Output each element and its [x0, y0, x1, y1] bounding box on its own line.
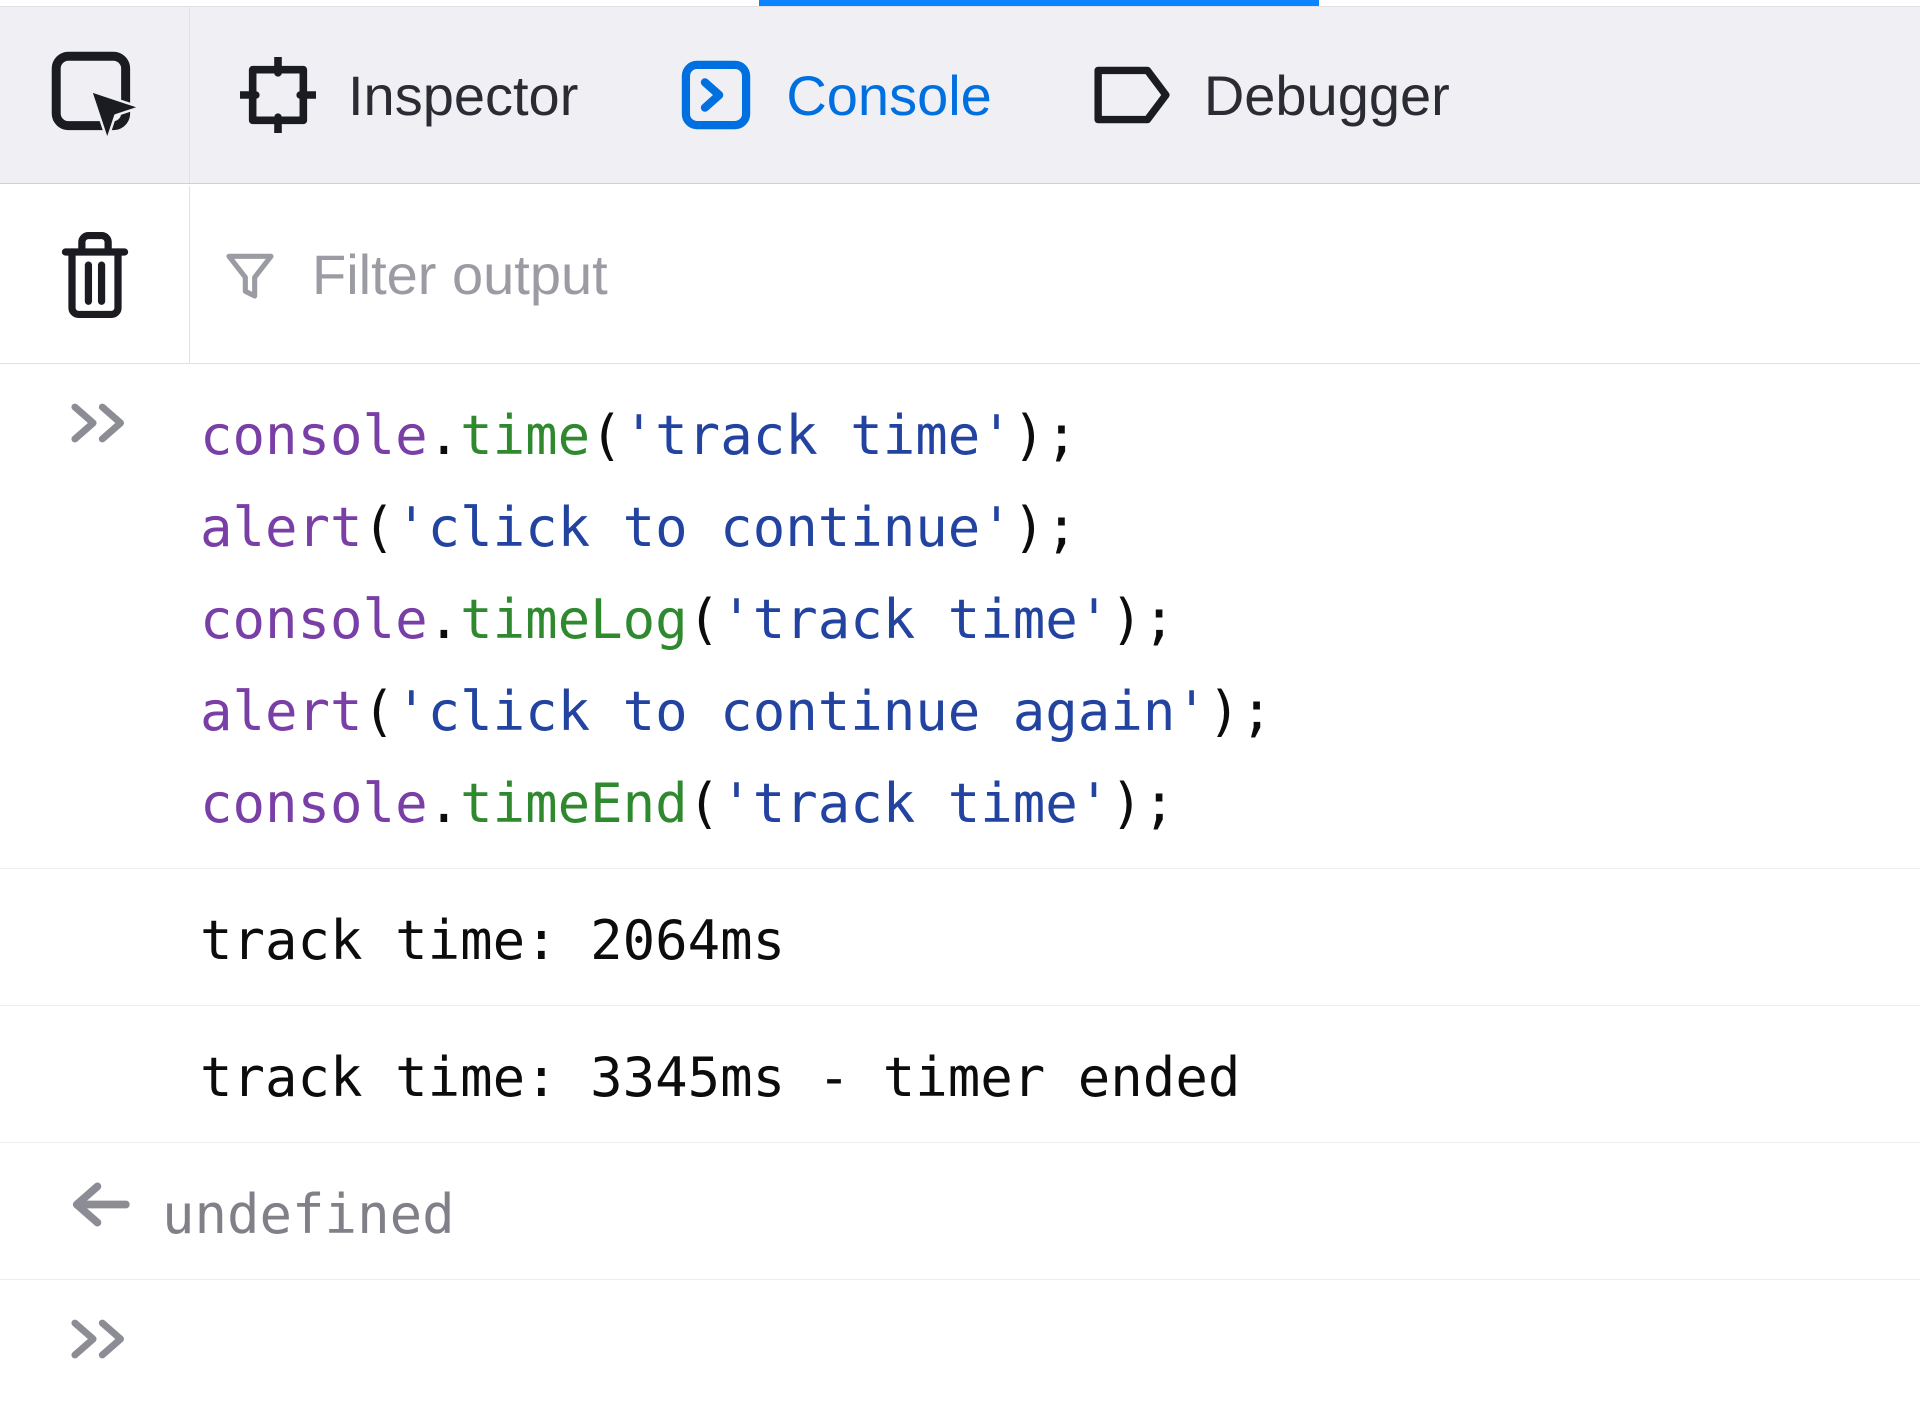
code-token: );	[1110, 772, 1175, 835]
log-gutter	[0, 887, 200, 903]
tab-debugger[interactable]: Debugger	[1042, 7, 1500, 183]
tab-debugger-label: Debugger	[1204, 63, 1450, 128]
code-token: 'track time'	[623, 404, 1013, 467]
code-token: console	[200, 588, 428, 651]
filter-icon-wrap	[190, 247, 310, 303]
code-token: (	[590, 404, 623, 467]
pick-element-button[interactable]	[0, 7, 190, 183]
pick-element-icon	[46, 46, 144, 144]
devtools-toolbar: Inspector Console Debugger	[0, 6, 1920, 184]
tab-console-label: Console	[786, 63, 991, 128]
code-token: 'click to continue'	[395, 496, 1013, 559]
console-result-row: undefined	[0, 1143, 1920, 1280]
log-gutter	[0, 1024, 200, 1040]
console-result-text: undefined	[162, 1161, 1920, 1261]
console-output: console.time('track time'); alert('click…	[0, 364, 1920, 1418]
funnel-icon	[222, 247, 278, 303]
inspector-icon	[240, 57, 316, 133]
code-token: );	[1013, 404, 1078, 467]
filter-input[interactable]	[310, 241, 1920, 308]
tab-inspector-label: Inspector	[348, 63, 578, 128]
console-prompt-row[interactable]	[0, 1280, 1920, 1382]
console-filter-row	[0, 186, 1920, 364]
code-token: (	[688, 588, 721, 651]
tab-console[interactable]: Console	[628, 7, 1041, 183]
debugger-icon	[1092, 63, 1172, 127]
console-icon	[678, 57, 754, 133]
tab-inspector[interactable]: Inspector	[190, 7, 628, 183]
code-token: .	[428, 404, 461, 467]
return-arrow-icon	[69, 1177, 131, 1232]
code-token: (	[688, 772, 721, 835]
console-input-row: console.time('track time'); alert('click…	[0, 364, 1920, 869]
code-token: time	[460, 404, 590, 467]
code-token: console	[200, 404, 428, 467]
console-log-text: track time: 3345ms - timer ended	[200, 1024, 1920, 1124]
input-chevrons-icon	[68, 398, 132, 448]
code-token: timeLog	[460, 588, 688, 651]
console-input-empty[interactable]	[200, 1298, 1920, 1306]
console-input-code[interactable]: console.time('track time'); alert('click…	[200, 382, 1920, 850]
code-token: (	[363, 496, 396, 559]
code-token: );	[1208, 680, 1273, 743]
code-token: console	[200, 772, 428, 835]
code-token: 'track time'	[720, 588, 1110, 651]
code-token: );	[1110, 588, 1175, 651]
code-token: timeEnd	[460, 772, 688, 835]
trash-icon	[55, 229, 135, 321]
code-token: alert	[200, 496, 363, 559]
input-prompt-gutter	[0, 382, 200, 448]
code-token: .	[428, 588, 461, 651]
console-log-row: track time: 2064ms	[0, 869, 1920, 1006]
input-chevrons-icon	[68, 1314, 132, 1364]
code-token: (	[363, 680, 396, 743]
console-log-row: track time: 3345ms - timer ended	[0, 1006, 1920, 1143]
console-log-text: track time: 2064ms	[200, 887, 1920, 987]
code-token: alert	[200, 680, 363, 743]
code-token: );	[1013, 496, 1078, 559]
code-token: .	[428, 772, 461, 835]
code-token: 'click to continue again'	[395, 680, 1208, 743]
code-token: 'track time'	[720, 772, 1110, 835]
input-prompt-gutter	[0, 1298, 200, 1364]
clear-console-button[interactable]	[0, 186, 190, 363]
